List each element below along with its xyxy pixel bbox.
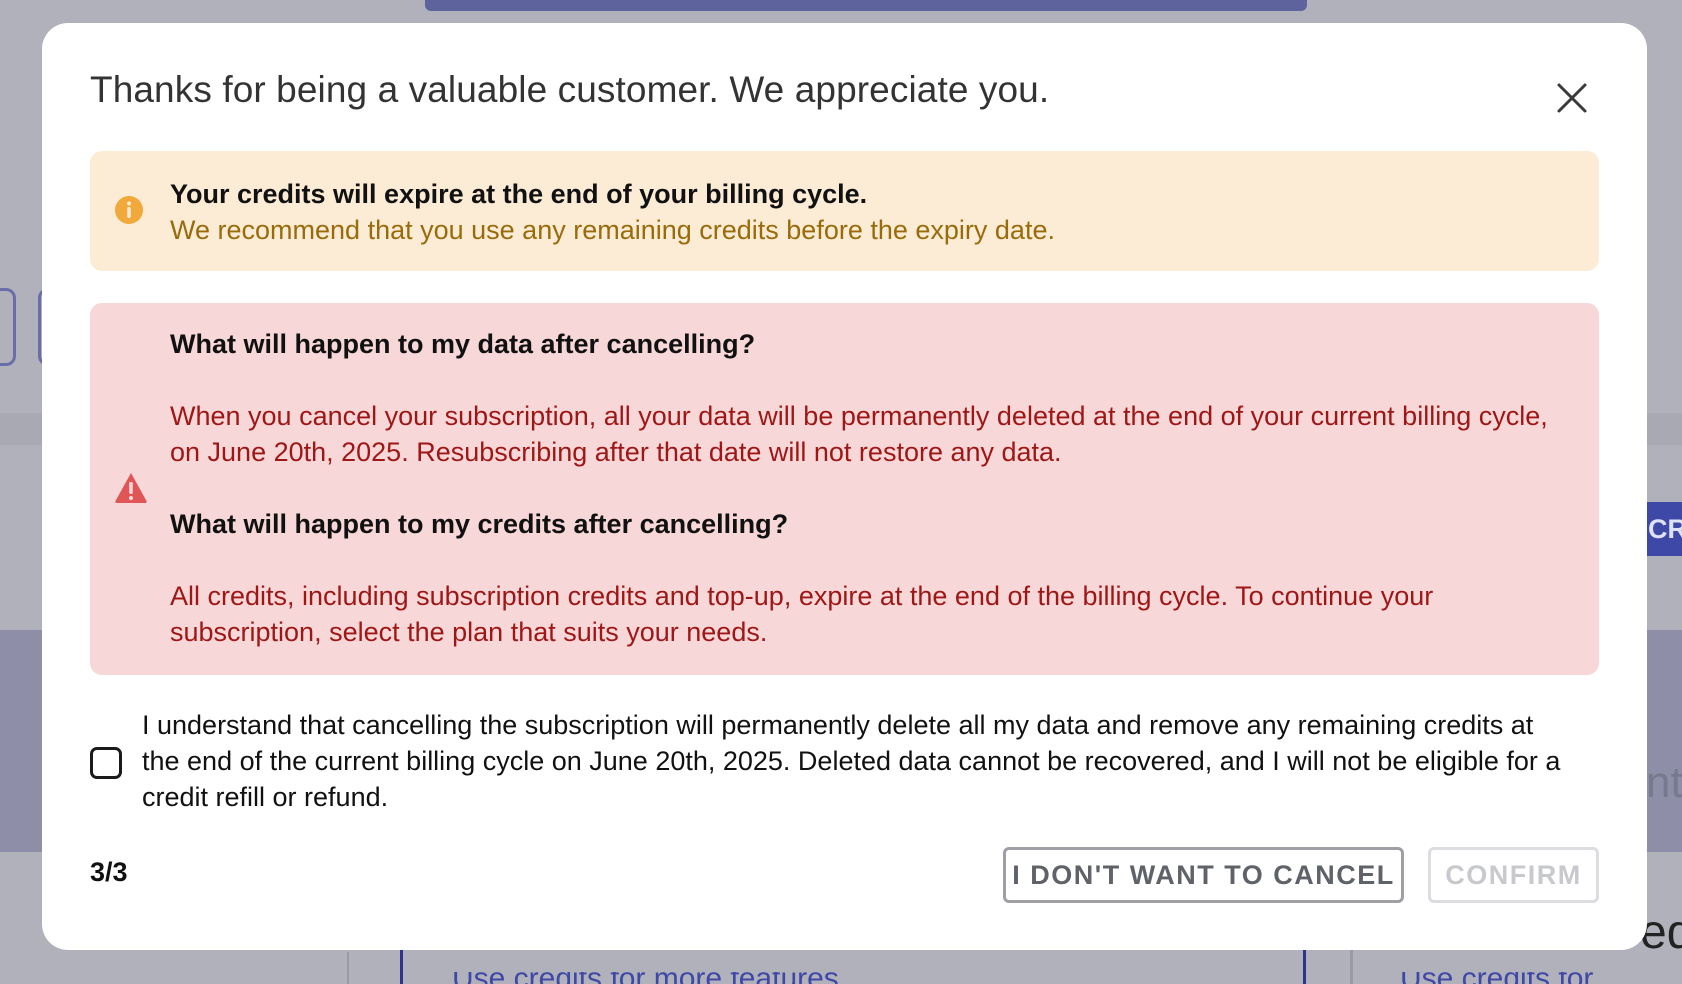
- alert-content: Your credits will expire at the end of y…: [170, 176, 1569, 248]
- close-icon: [1557, 83, 1587, 113]
- acknowledgement-checkbox[interactable]: [90, 747, 122, 779]
- credits-question-answer: All credits, including subscription cred…: [170, 581, 1434, 647]
- acknowledgement-label[interactable]: I understand that cancelling the subscri…: [142, 707, 1575, 815]
- warning-triangle-icon: [115, 473, 147, 503]
- background-text-partial: nt: [1646, 758, 1682, 807]
- data-deletion-alert: What will happen to my data after cancel…: [90, 303, 1599, 675]
- keep-subscription-button[interactable]: I DON'T WANT TO CANCEL: [1003, 847, 1404, 903]
- alert-heading: Your credits will expire at the end of y…: [170, 179, 868, 209]
- background-card-link: Use credits for more features: [452, 972, 839, 984]
- background-card-link: Use credits for: [1400, 972, 1593, 984]
- background-button: [0, 288, 16, 366]
- step-indicator: 3/3: [90, 857, 128, 887]
- data-question-answer: When you cancel your subscription, all y…: [170, 401, 1548, 467]
- credits-question-heading: What will happen to my credits after can…: [170, 509, 789, 539]
- close-button[interactable]: [1552, 78, 1592, 118]
- dialog-title: Thanks for being a valuable customer. We…: [90, 69, 1050, 110]
- alert-content: What will happen to my data after cancel…: [170, 326, 1569, 650]
- alert-message: We recommend that you use any remaining …: [170, 215, 1055, 245]
- confirm-button[interactable]: CONFIRM: [1428, 847, 1599, 903]
- cancel-subscription-dialog: Thanks for being a valuable customer. We…: [42, 23, 1647, 950]
- background-button-partial: CR: [1646, 502, 1682, 556]
- credits-expiry-alert: Your credits will expire at the end of y…: [90, 151, 1599, 271]
- background-top-bar: [425, 0, 1307, 11]
- background-divider: [347, 952, 349, 984]
- data-question-heading: What will happen to my data after cancel…: [170, 329, 756, 359]
- info-icon: [115, 196, 143, 224]
